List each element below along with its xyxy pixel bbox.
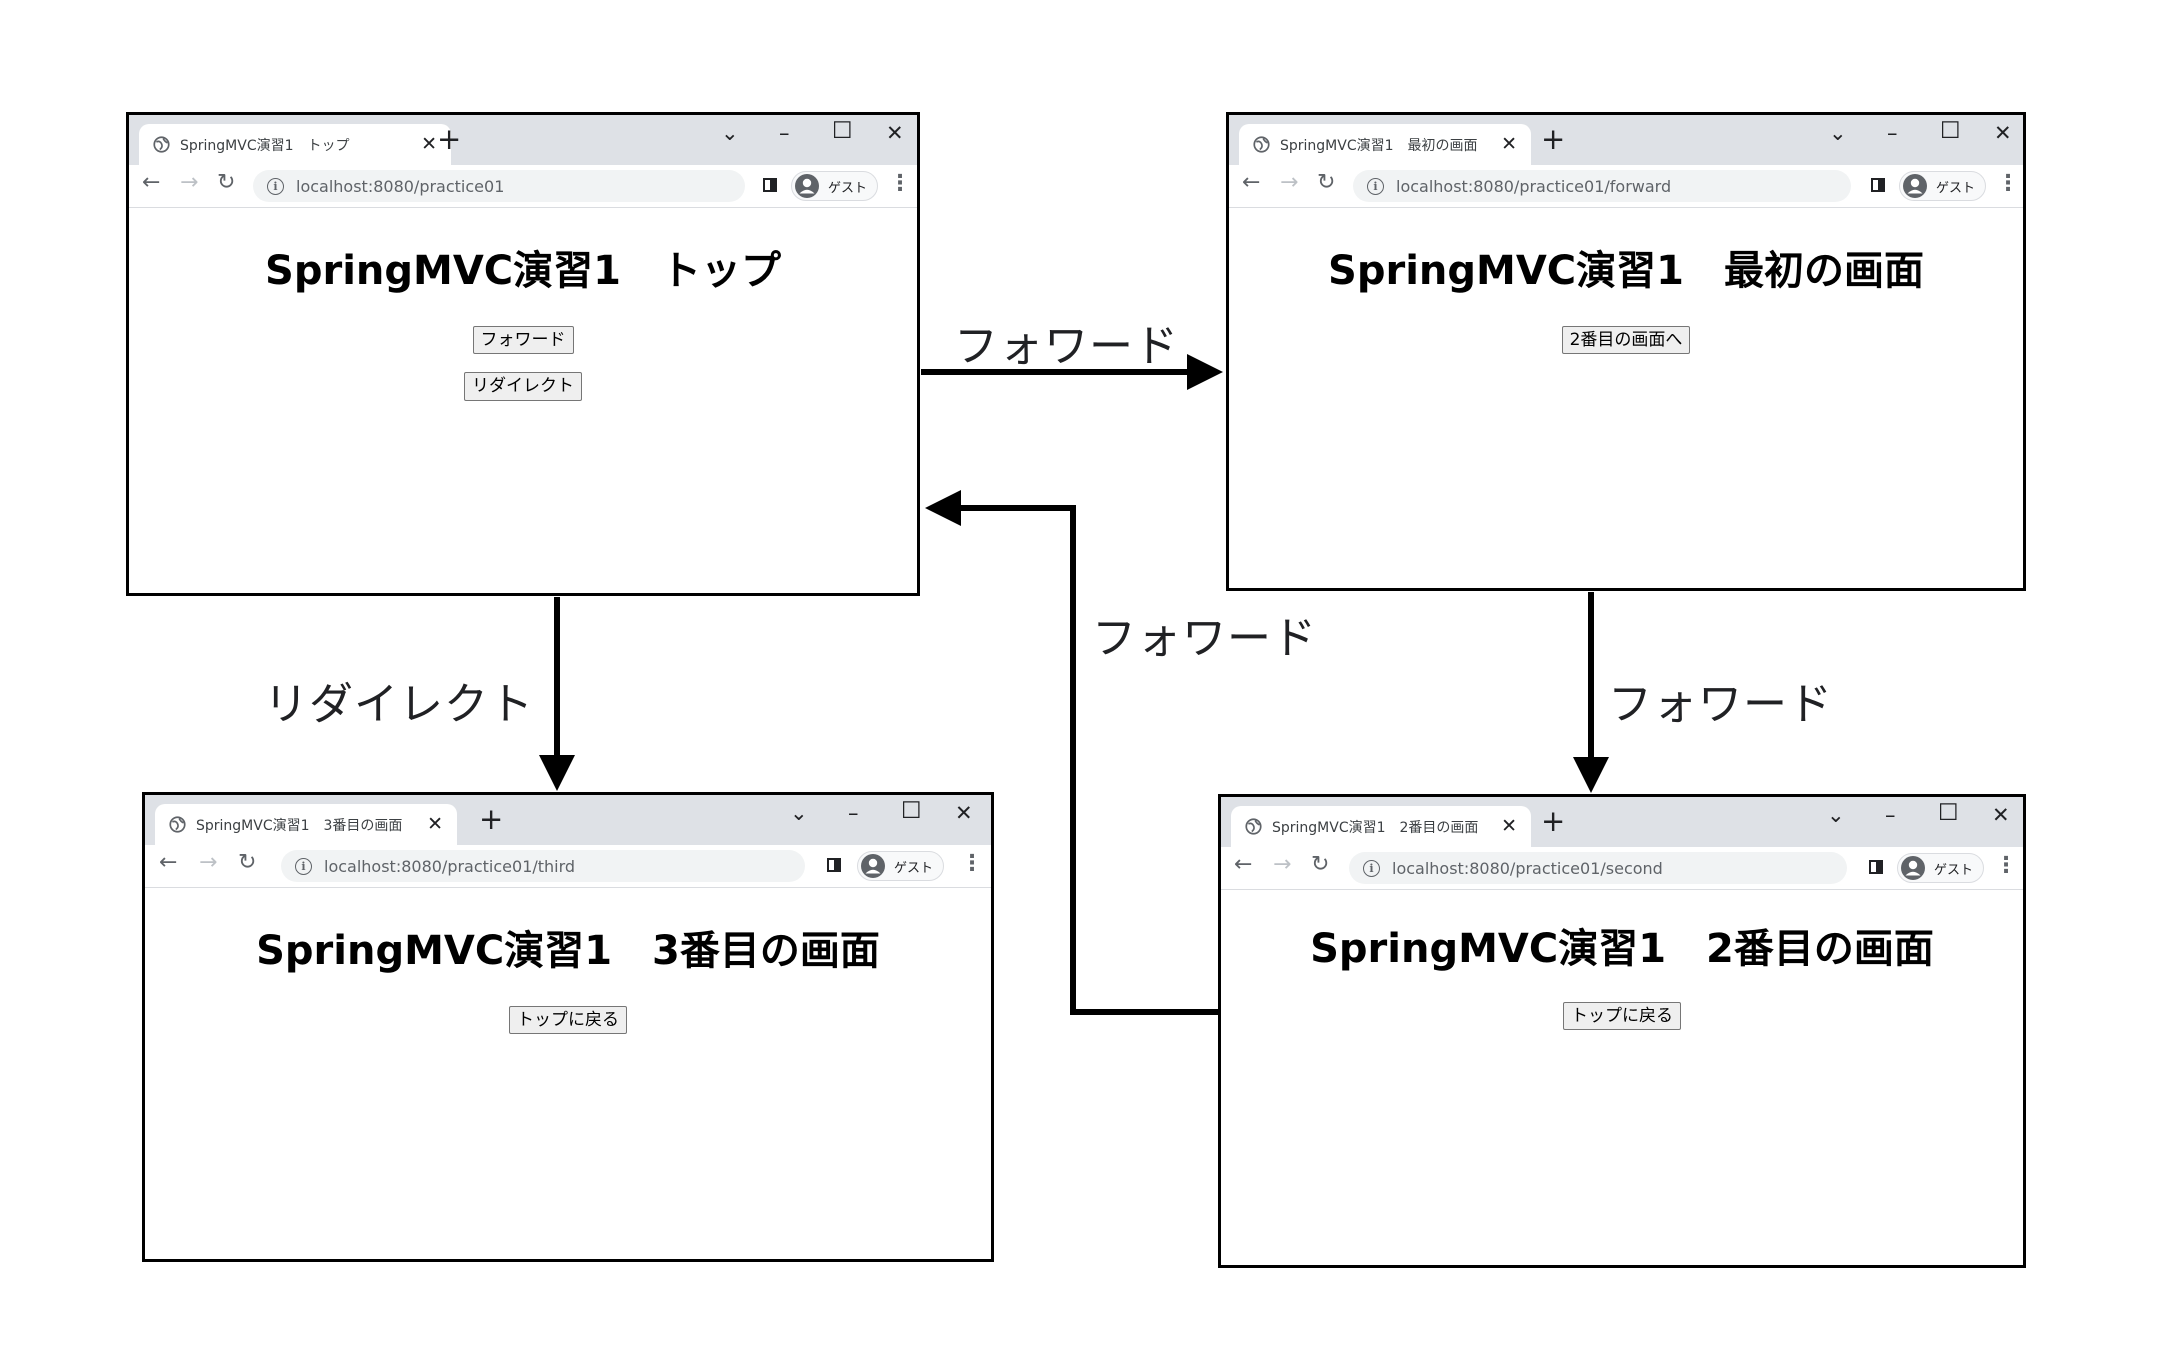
- label-top-to-first: フォワード: [954, 321, 1179, 372]
- arrow-second-to-top: [925, 490, 1218, 1015]
- label-second-to-top: フォワード: [1092, 613, 1317, 664]
- label-first-to-second: フォワード: [1608, 679, 1833, 730]
- label-top-to-third: リダイレクト: [264, 679, 534, 730]
